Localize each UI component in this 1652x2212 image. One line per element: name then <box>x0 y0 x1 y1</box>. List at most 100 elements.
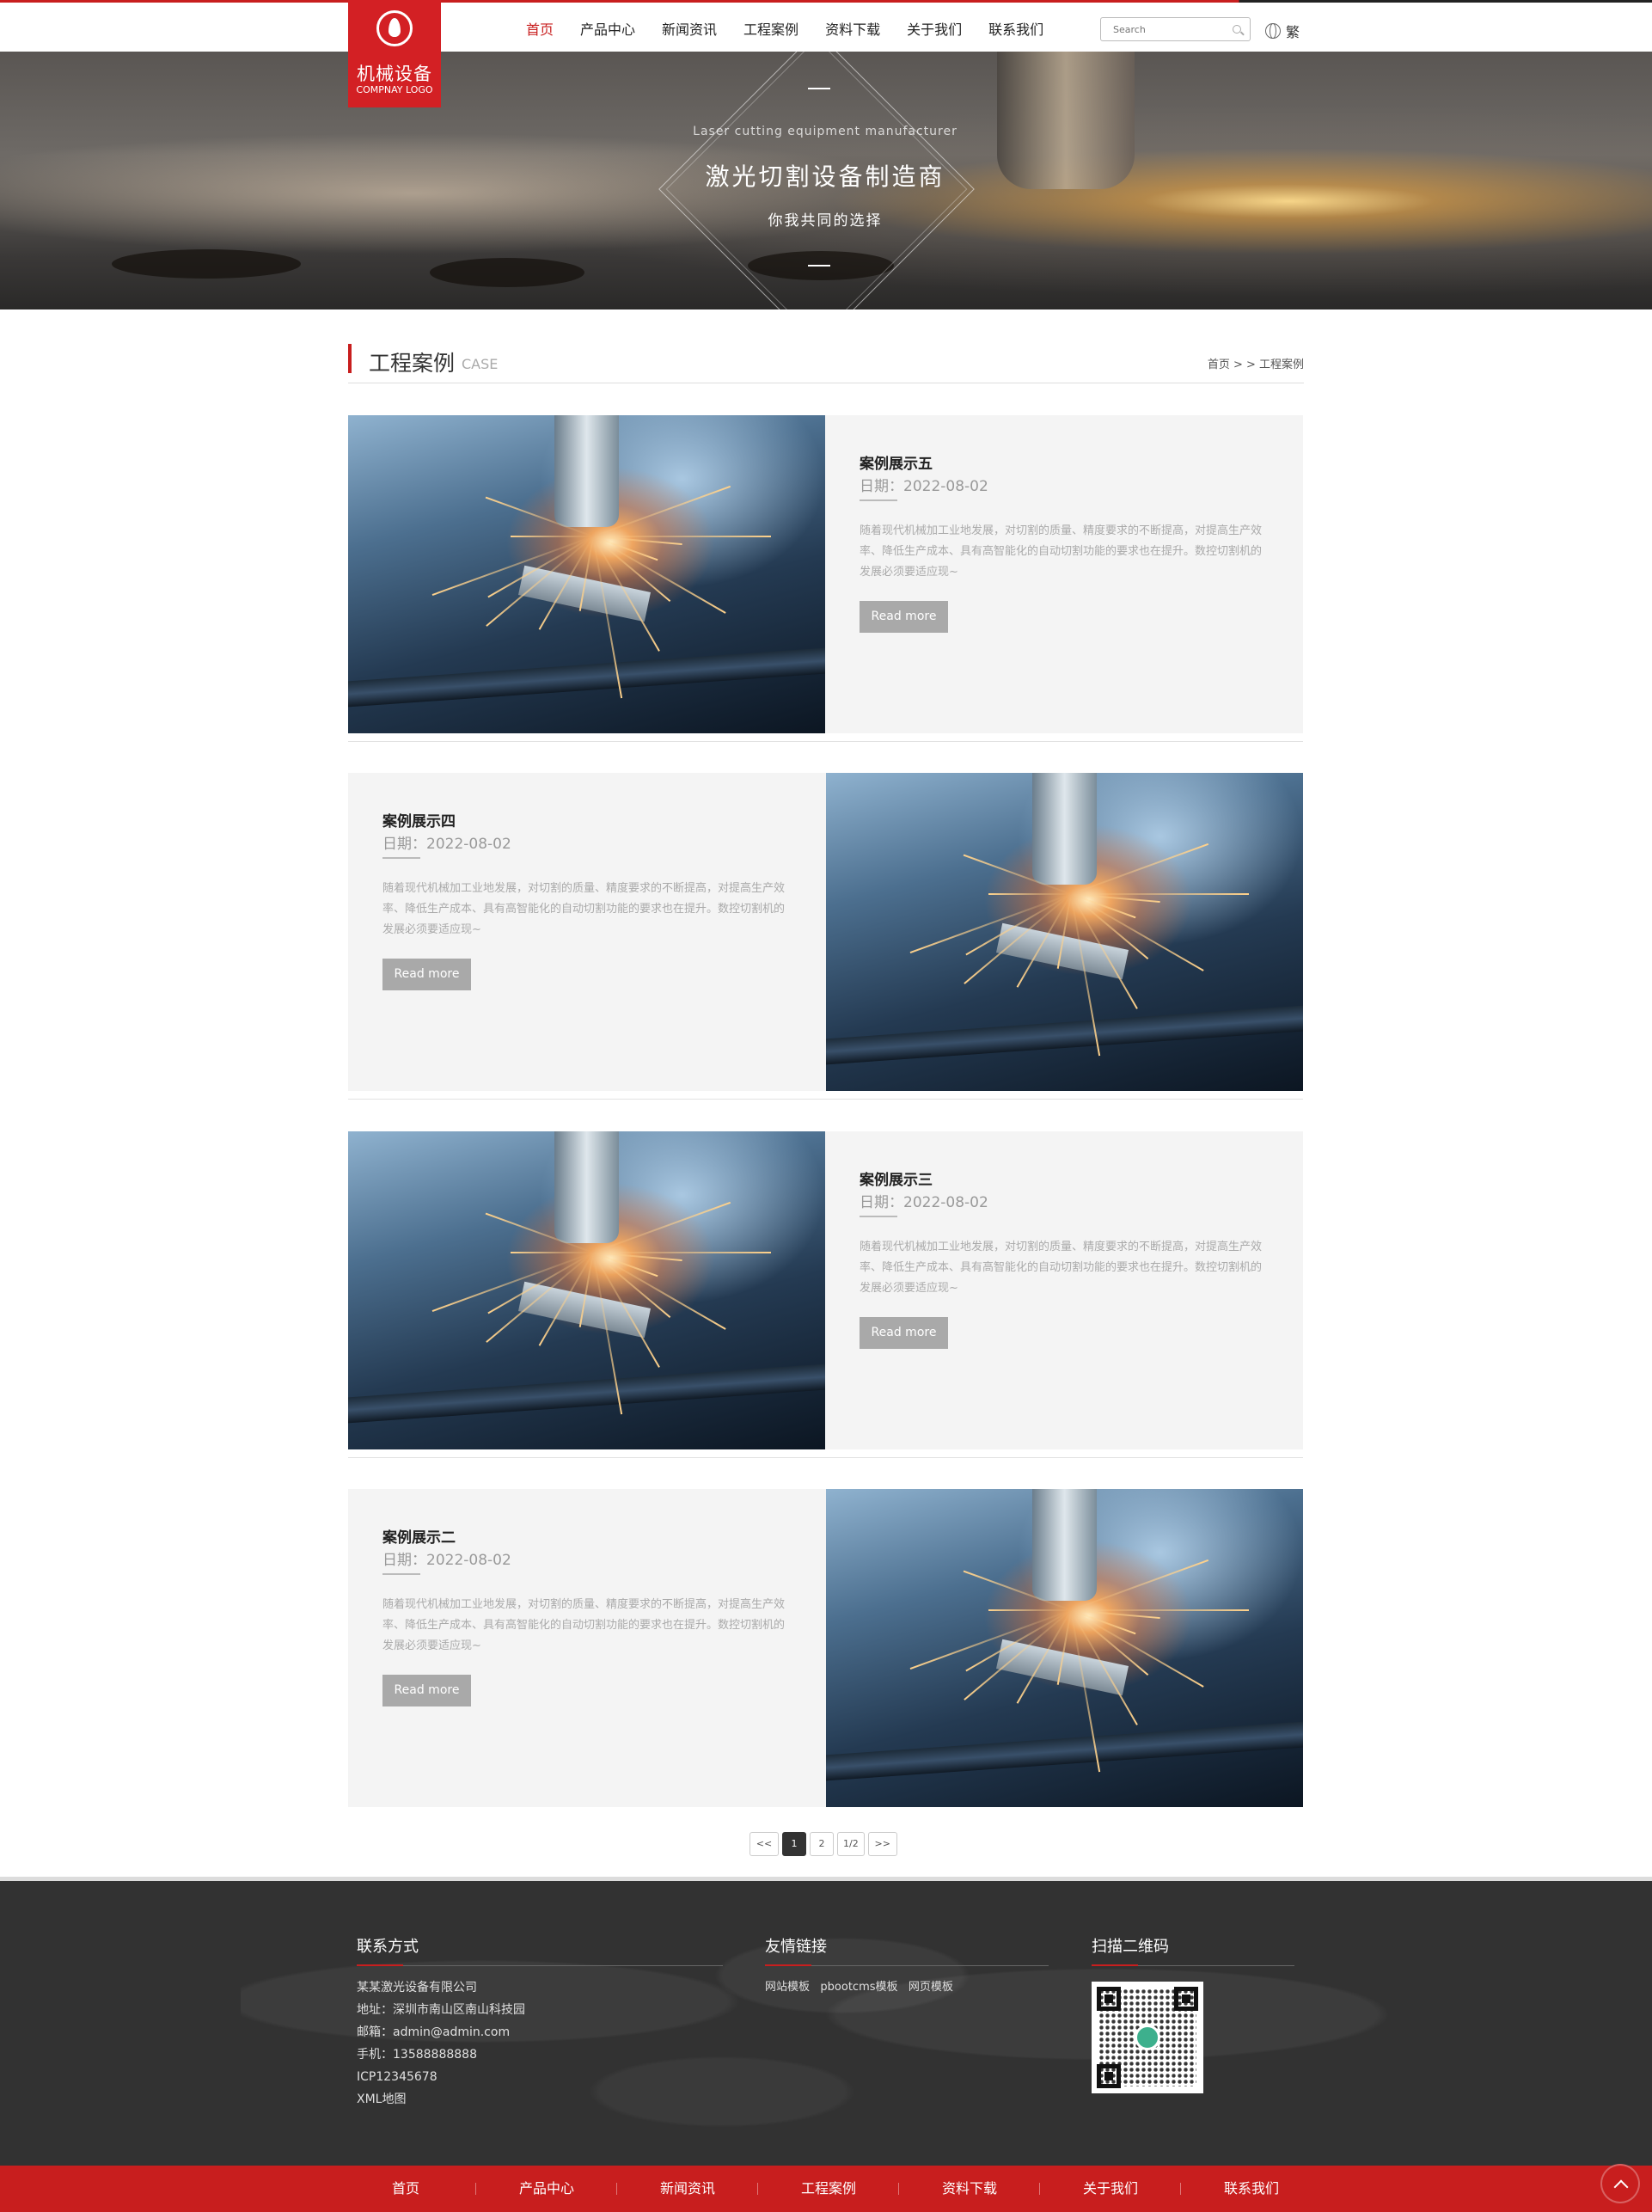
pager-page-2[interactable]: 2 <box>810 1832 834 1856</box>
bottom-nav-cases[interactable]: 工程案例 <box>758 2166 899 2212</box>
qr-eye <box>1097 1987 1121 2011</box>
case-image[interactable] <box>348 1131 825 1449</box>
pager-total: 1/2 <box>837 1832 865 1856</box>
case-title[interactable]: 案例展示三 <box>860 1167 933 1189</box>
site-logo[interactable]: 机械设备 COMPNAY LOGO <box>348 0 441 107</box>
footer-qr-title: 扫描二维码 <box>1092 1934 1294 1966</box>
footer-contact: 联系方式 某某激光设备有限公司 地址：深圳市南山区南山科技园 邮箱：admin@… <box>357 1934 723 2111</box>
banner-tagline: 你我共同的选择 <box>768 212 883 230</box>
nav-item-news[interactable]: 新闻资讯 <box>662 18 717 39</box>
search-input[interactable] <box>1101 18 1221 40</box>
nav-item-products[interactable]: 产品中心 <box>580 18 635 39</box>
spark-streak <box>988 893 1071 895</box>
machine-rail-shape <box>348 647 825 708</box>
spark-streak <box>511 536 593 537</box>
spark-streak <box>1071 1609 1249 1611</box>
machine-rail-shape <box>348 1363 825 1424</box>
bottom-nav-downloads[interactable]: 资料下载 <box>899 2166 1040 2212</box>
case-separator <box>348 741 1303 742</box>
bottom-nav-products[interactable]: 产品中心 <box>476 2166 617 2212</box>
logo-subtitle: COMPNAY LOGO <box>356 84 433 95</box>
metal-part-shape <box>518 565 651 622</box>
bottom-nav-contact[interactable]: 联系我们 <box>1181 2166 1322 2212</box>
case-divider <box>860 1216 897 1217</box>
spark-streak <box>511 1252 593 1253</box>
spark-streak <box>1071 893 1249 895</box>
main-nav: 首页 产品中心 新闻资讯 工程案例 资料下载 关于我们 联系我们 <box>526 18 1070 39</box>
case-separator <box>348 1099 1303 1100</box>
nav-item-about[interactable]: 关于我们 <box>907 18 962 39</box>
metal-part-shape <box>996 922 1129 980</box>
spark-streak <box>593 1252 771 1253</box>
case-info: 案例展示三 日期：2022-08-02 随着现代机械加工业地发展，对切割的质量、… <box>825 1131 1303 1449</box>
case-title[interactable]: 案例展示四 <box>382 809 456 830</box>
nav-item-downloads[interactable]: 资料下载 <box>825 18 880 39</box>
banner-decoration <box>430 258 584 287</box>
site-footer: 联系方式 某某激光设备有限公司 地址：深圳市南山区南山科技园 邮箱：admin@… <box>0 1877 1652 2166</box>
nav-item-home[interactable]: 首页 <box>526 18 554 39</box>
bottom-nav-news[interactable]: 新闻资讯 <box>617 2166 758 2212</box>
spark-streak <box>593 536 771 537</box>
case-title[interactable]: 案例展示二 <box>382 1525 456 1547</box>
qr-eye <box>1097 2064 1121 2088</box>
case-description: 随着现代机械加工业地发展，对切割的质量、精度要求的不断提高，对提高生产效率、降低… <box>860 1241 1263 1295</box>
case-info: 案例展示四 日期：2022-08-02 随着现代机械加工业地发展，对切割的质量、… <box>348 773 826 1091</box>
banner-decoration <box>112 249 301 279</box>
case-separator <box>348 1457 1303 1458</box>
footer-phone: 手机：13588888888 <box>357 2048 477 2062</box>
laser-head-shape <box>554 415 619 527</box>
banner-subtitle-en: Laser cutting equipment manufacturer <box>693 125 958 138</box>
machine-rail-shape <box>826 1721 1303 1781</box>
case-item: 案例展示三 日期：2022-08-02 随着现代机械加工业地发展，对切割的质量、… <box>348 1131 1303 1449</box>
language-switch[interactable]: 繁 <box>1265 21 1300 41</box>
case-description: 随着现代机械加工业地发展，对切割的质量、精度要求的不断提高，对提高生产效率、降低… <box>382 1598 786 1652</box>
site-header: 首页 产品中心 新闻资讯 工程案例 资料下载 关于我们 联系我们 繁 <box>0 3 1652 52</box>
pager-next[interactable]: >> <box>867 1832 897 1856</box>
bottom-nav-about[interactable]: 关于我们 <box>1040 2166 1181 2212</box>
footer-company: 某某激光设备有限公司 <box>357 1981 477 1994</box>
case-item: 案例展示五 日期：2022-08-02 随着现代机械加工业地发展，对切割的质量、… <box>348 415 1303 733</box>
footer-link-list: 网站模板 pbootcms模板 网页模板 <box>765 1976 1049 1999</box>
search-icon[interactable] <box>1233 25 1241 34</box>
banner-dash-top <box>808 88 830 89</box>
footer-link[interactable]: 网站模板 <box>765 1981 810 1994</box>
case-date: 日期：2022-08-02 <box>860 478 988 495</box>
read-more-button[interactable]: Read more <box>860 601 948 633</box>
breadcrumb[interactable]: 首页 > > 工程案例 <box>1208 355 1304 371</box>
footer-links: 友情链接 网站模板 pbootcms模板 网页模板 <box>765 1934 1049 1999</box>
page-title-en: CASE <box>462 356 499 372</box>
chevron-up-icon[interactable] <box>1600 2164 1640 2203</box>
case-info: 案例展示五 日期：2022-08-02 随着现代机械加工业地发展，对切割的质量、… <box>825 415 1303 733</box>
qr-code-image <box>1092 1982 1203 2093</box>
case-image[interactable] <box>826 773 1303 1091</box>
case-image[interactable] <box>826 1489 1303 1807</box>
case-description: 随着现代机械加工业地发展，对切割的质量、精度要求的不断提高，对提高生产效率、降低… <box>860 524 1263 579</box>
case-info: 案例展示二 日期：2022-08-02 随着现代机械加工业地发展，对切割的质量、… <box>348 1489 826 1807</box>
case-title[interactable]: 案例展示五 <box>860 451 933 473</box>
case-date: 日期：2022-08-02 <box>382 1552 511 1569</box>
footer-address: 地址：深圳市南山区南山科技园 <box>357 2003 525 2017</box>
pager-prev[interactable]: << <box>750 1832 779 1856</box>
heading-accent-bar <box>348 344 352 373</box>
banner-title: 激光切割设备制造商 <box>705 162 945 191</box>
bottom-nav-home[interactable]: 首页 <box>335 2166 476 2212</box>
globe-icon <box>1265 23 1281 39</box>
spark-streak <box>988 1609 1071 1611</box>
read-more-button[interactable]: Read more <box>382 1675 471 1706</box>
footer-sitemap[interactable]: XML地图 <box>357 2088 723 2111</box>
read-more-button[interactable]: Read more <box>860 1317 948 1349</box>
nav-item-cases[interactable]: 工程案例 <box>743 18 798 39</box>
case-divider <box>382 857 420 859</box>
metal-part-shape <box>518 1281 651 1339</box>
nav-item-contact[interactable]: 联系我们 <box>988 18 1043 39</box>
footer-email: 邮箱：admin@admin.com <box>357 2025 511 2039</box>
flame-logo-icon <box>376 10 413 46</box>
footer-link[interactable]: 网页模板 <box>909 1981 953 1994</box>
read-more-button[interactable]: Read more <box>382 959 471 990</box>
qr-eye <box>1174 1987 1198 2011</box>
footer-icp[interactable]: ICP12345678 <box>357 2066 723 2088</box>
footer-link[interactable]: pbootcms模板 <box>820 1981 897 1994</box>
case-image[interactable] <box>348 415 825 733</box>
pager-page-1[interactable]: 1 <box>782 1832 806 1856</box>
case-divider <box>382 1573 420 1575</box>
